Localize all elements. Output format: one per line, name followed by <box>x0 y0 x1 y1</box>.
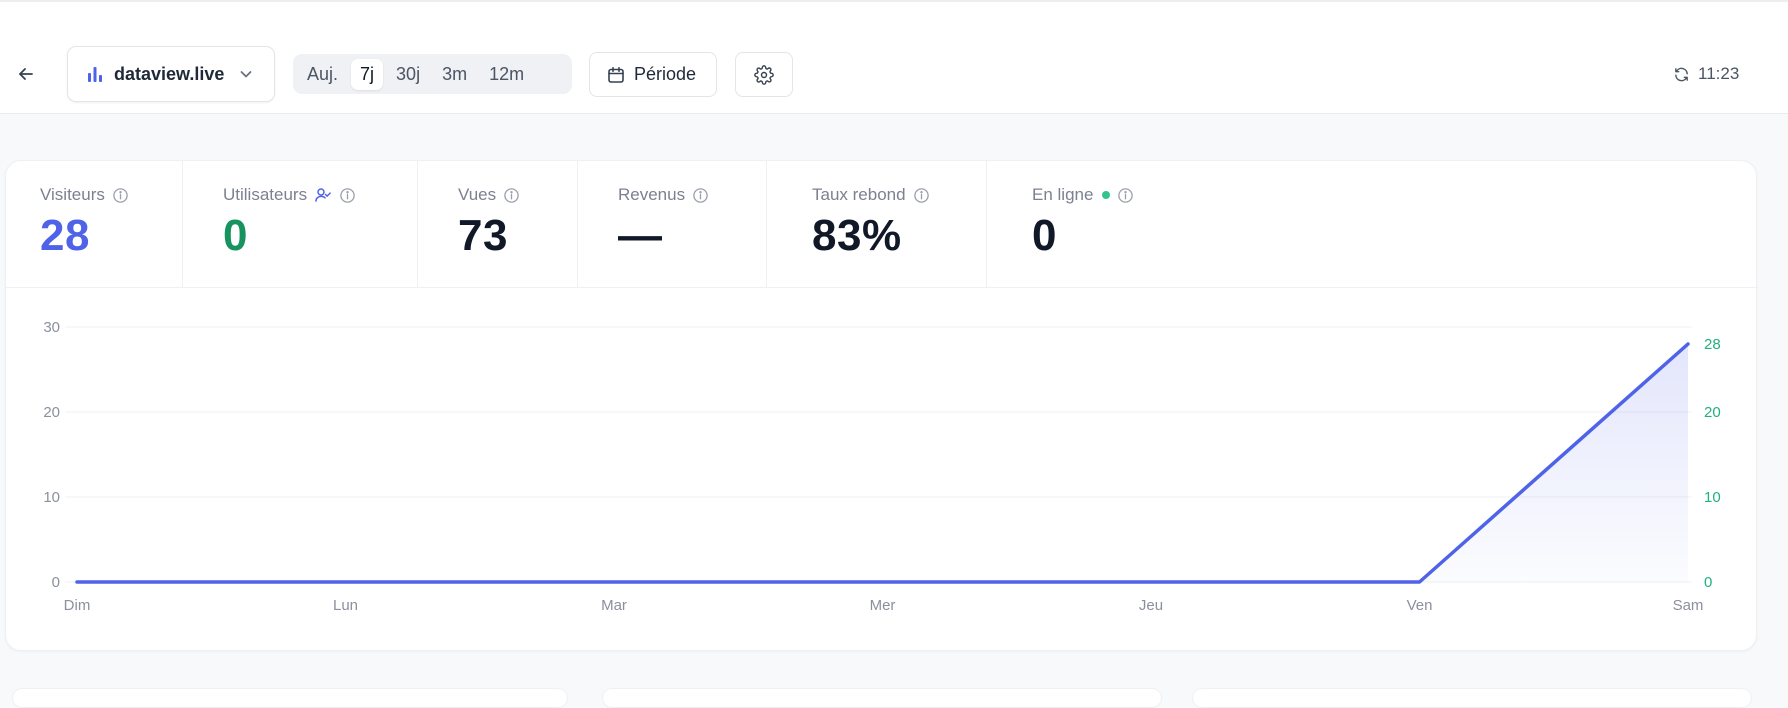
x-tick-label: Sam <box>1673 597 1704 614</box>
y-tick-label: 20 <box>43 404 60 421</box>
info-icon[interactable] <box>913 187 930 204</box>
x-tick-label: Lun <box>333 597 358 614</box>
header-bar: dataview.live Auj. 7j 30j 3m 12m Période… <box>0 2 1788 114</box>
stat-visitors[interactable]: Visiteurs 28 <box>6 161 183 288</box>
refresh-button[interactable]: 11:23 <box>1673 61 1739 87</box>
info-icon[interactable] <box>503 187 520 204</box>
y-tick-label: 30 <box>43 319 60 336</box>
stat-label: Utilisateurs <box>223 185 307 205</box>
y2-tick-label: 20 <box>1704 404 1721 421</box>
series-area <box>77 344 1688 582</box>
stat-value: 0 <box>1032 211 1057 261</box>
live-dot <box>1102 191 1110 199</box>
stat-views[interactable]: Vues 73 <box>418 161 578 288</box>
stat-online[interactable]: En ligne 0 <box>987 161 1758 288</box>
calendar-icon <box>607 66 625 84</box>
range-3m-button[interactable]: 3m <box>433 59 476 90</box>
x-tick-label: Jeu <box>1139 597 1163 614</box>
x-tick-label: Mer <box>870 597 896 614</box>
y2-tick-label: 0 <box>1704 574 1712 591</box>
info-icon[interactable] <box>692 187 709 204</box>
site-selector[interactable]: dataview.live <box>67 46 275 102</box>
x-tick-label: Dim <box>64 597 91 614</box>
user-check-icon <box>314 186 332 204</box>
stat-value: 28 <box>40 211 90 261</box>
stat-label: Vues <box>458 185 496 205</box>
bottom-panel-2 <box>602 688 1162 708</box>
overview-card: Visiteurs 28 Utilisateurs 0 <box>5 160 1757 651</box>
x-tick-label: Ven <box>1407 597 1433 614</box>
range-12m-button[interactable]: 12m <box>480 59 533 90</box>
y2-tick-label: 28 <box>1704 336 1721 353</box>
stat-revenue[interactable]: Revenus — <box>578 161 767 288</box>
gear-icon <box>754 65 774 85</box>
back-button[interactable] <box>12 60 40 88</box>
bottom-panel-3 <box>1192 688 1752 708</box>
stats-row: Visiteurs 28 Utilisateurs 0 <box>6 161 1758 288</box>
period-label: Période <box>634 64 696 85</box>
site-name: dataview.live <box>114 64 224 85</box>
bar-chart-icon <box>86 65 104 83</box>
stat-label: Visiteurs <box>40 185 105 205</box>
info-icon[interactable] <box>339 187 356 204</box>
stat-users[interactable]: Utilisateurs 0 <box>183 161 418 288</box>
chart-svg: 0 10 20 30 0 10 20 28 Dim Lun Mar Mer Jeu Ven Sam <box>6 288 1758 652</box>
y-tick-label: 0 <box>52 574 60 591</box>
range-7d-button[interactable]: 7j <box>351 59 383 90</box>
stat-value: 83% <box>812 211 902 261</box>
stat-value: — <box>618 211 663 261</box>
stat-value: 73 <box>458 211 508 261</box>
stat-label: Revenus <box>618 185 685 205</box>
stat-bounce-rate[interactable]: Taux rebond 83% <box>767 161 987 288</box>
date-range-selector: Auj. 7j 30j 3m 12m <box>293 54 572 94</box>
stat-label: Taux rebond <box>812 185 906 205</box>
last-refresh-time: 11:23 <box>1698 64 1739 84</box>
x-tick-label: Mar <box>601 597 627 614</box>
stat-value: 0 <box>223 211 248 261</box>
series-line <box>77 344 1688 582</box>
range-30d-button[interactable]: 30j <box>387 59 429 90</box>
bottom-panel-1 <box>12 688 568 708</box>
arrow-left-icon <box>16 64 36 84</box>
y2-tick-label: 10 <box>1704 489 1721 506</box>
y-tick-label: 10 <box>43 489 60 506</box>
info-icon[interactable] <box>1117 187 1134 204</box>
info-icon[interactable] <box>112 187 129 204</box>
stat-label: En ligne <box>1032 185 1093 205</box>
chevron-down-icon <box>238 66 254 82</box>
settings-button[interactable] <box>735 52 793 97</box>
range-today-button[interactable]: Auj. <box>298 59 347 90</box>
period-button[interactable]: Période <box>589 52 717 97</box>
visitors-chart: 0 10 20 30 0 10 20 28 Dim Lun Mar Mer Jeu Ven Sam <box>6 288 1758 652</box>
refresh-icon <box>1673 66 1690 83</box>
